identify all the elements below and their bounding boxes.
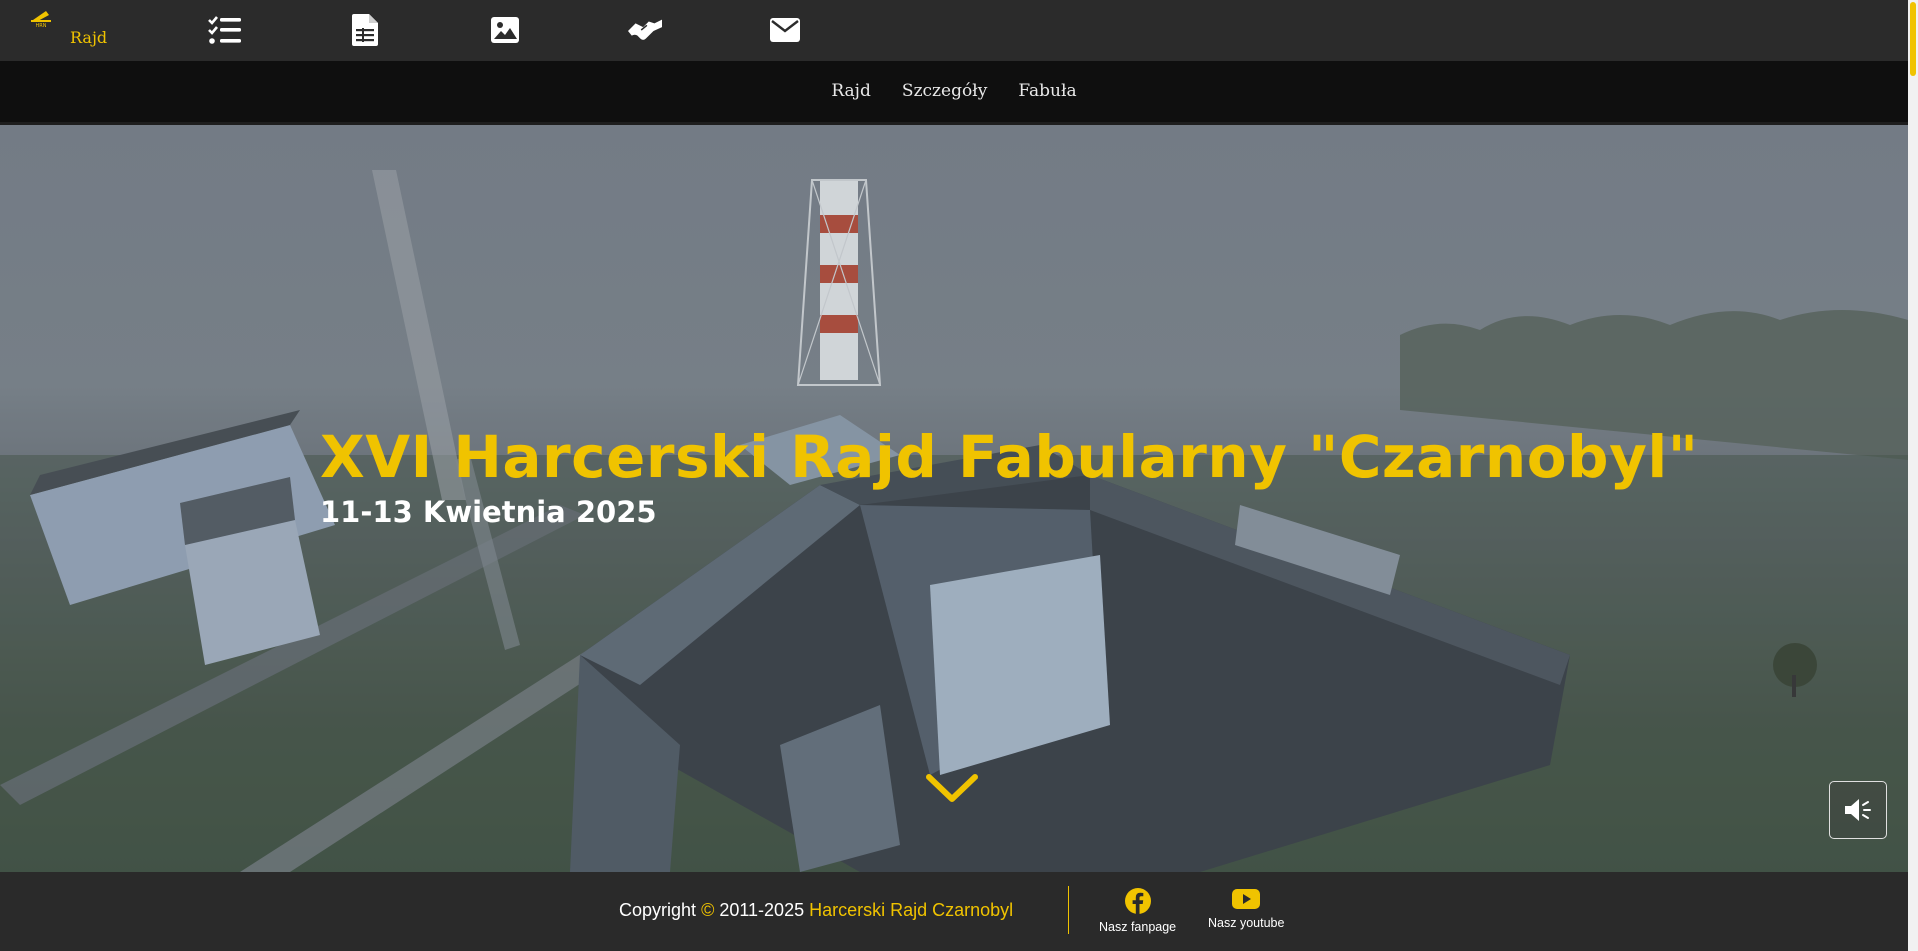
hero-section: XVI Harcerski Rajd Fabularny "Czarnobyl"…	[0, 125, 1908, 872]
top-icon-bar: HRN Rajd	[0, 0, 1908, 61]
brand-link[interactable]: HRN Rajd	[28, 6, 118, 56]
brand-label: Rajd	[70, 28, 108, 47]
contact-button[interactable]	[768, 13, 802, 47]
copyright-symbol: ©	[701, 900, 715, 920]
scroll-down-button[interactable]	[925, 773, 979, 809]
gallery-button[interactable]	[488, 13, 522, 47]
chevron-down-icon	[926, 774, 978, 802]
nav-link-fabula[interactable]: Fabuła	[1018, 81, 1076, 101]
checklist-button[interactable]	[208, 13, 242, 47]
youtube-label: Nasz youtube	[1208, 916, 1285, 930]
facebook-icon	[1124, 888, 1151, 914]
facebook-label: Nasz fanpage	[1099, 920, 1177, 934]
footer: Copyright © 2011-2025 Harcerski Rajd Cza…	[0, 872, 1908, 951]
copyright-text: Copyright © 2011-2025 Harcerski Rajd Cza…	[619, 900, 1013, 921]
nav-link-rajd[interactable]: Rajd	[831, 81, 870, 101]
youtube-link[interactable]: Nasz youtube	[1208, 888, 1284, 930]
envelope-icon	[770, 18, 800, 42]
facebook-link[interactable]: Nasz fanpage	[1099, 888, 1176, 934]
hero-title: XVI Harcerski Rajd Fabularny "Czarnobyl"	[320, 423, 1699, 491]
svg-text:HRN: HRN	[36, 23, 47, 28]
speaker-icon	[1845, 799, 1871, 821]
hero-date: 11-13 Kwietnia 2025	[320, 495, 657, 529]
document-icon	[352, 14, 378, 46]
power-plant-scene-image	[0, 125, 1908, 872]
page-scrollbar[interactable]	[1908, 0, 1918, 951]
page-scrollbar-thumb[interactable]	[1910, 2, 1916, 76]
footer-divider	[1068, 886, 1069, 934]
details-document-button[interactable]	[348, 13, 382, 47]
nav-link-szczegoly[interactable]: Szczegóły	[902, 81, 987, 101]
image-icon	[491, 17, 519, 43]
copyright-years: 2011-2025	[719, 900, 805, 920]
sound-toggle-button[interactable]	[1829, 781, 1887, 839]
copyright-prefix: Copyright	[619, 900, 697, 920]
radiation-logo-icon: HRN	[31, 11, 51, 28]
organization-name: Harcerski Rajd Czarnobyl	[809, 900, 1014, 920]
section-nav: Rajd Szczegóły Fabuła	[0, 61, 1908, 125]
checklist-icon	[208, 16, 241, 44]
handshake-icon	[628, 19, 662, 40]
partners-button[interactable]	[628, 13, 662, 47]
youtube-icon	[1232, 889, 1261, 909]
